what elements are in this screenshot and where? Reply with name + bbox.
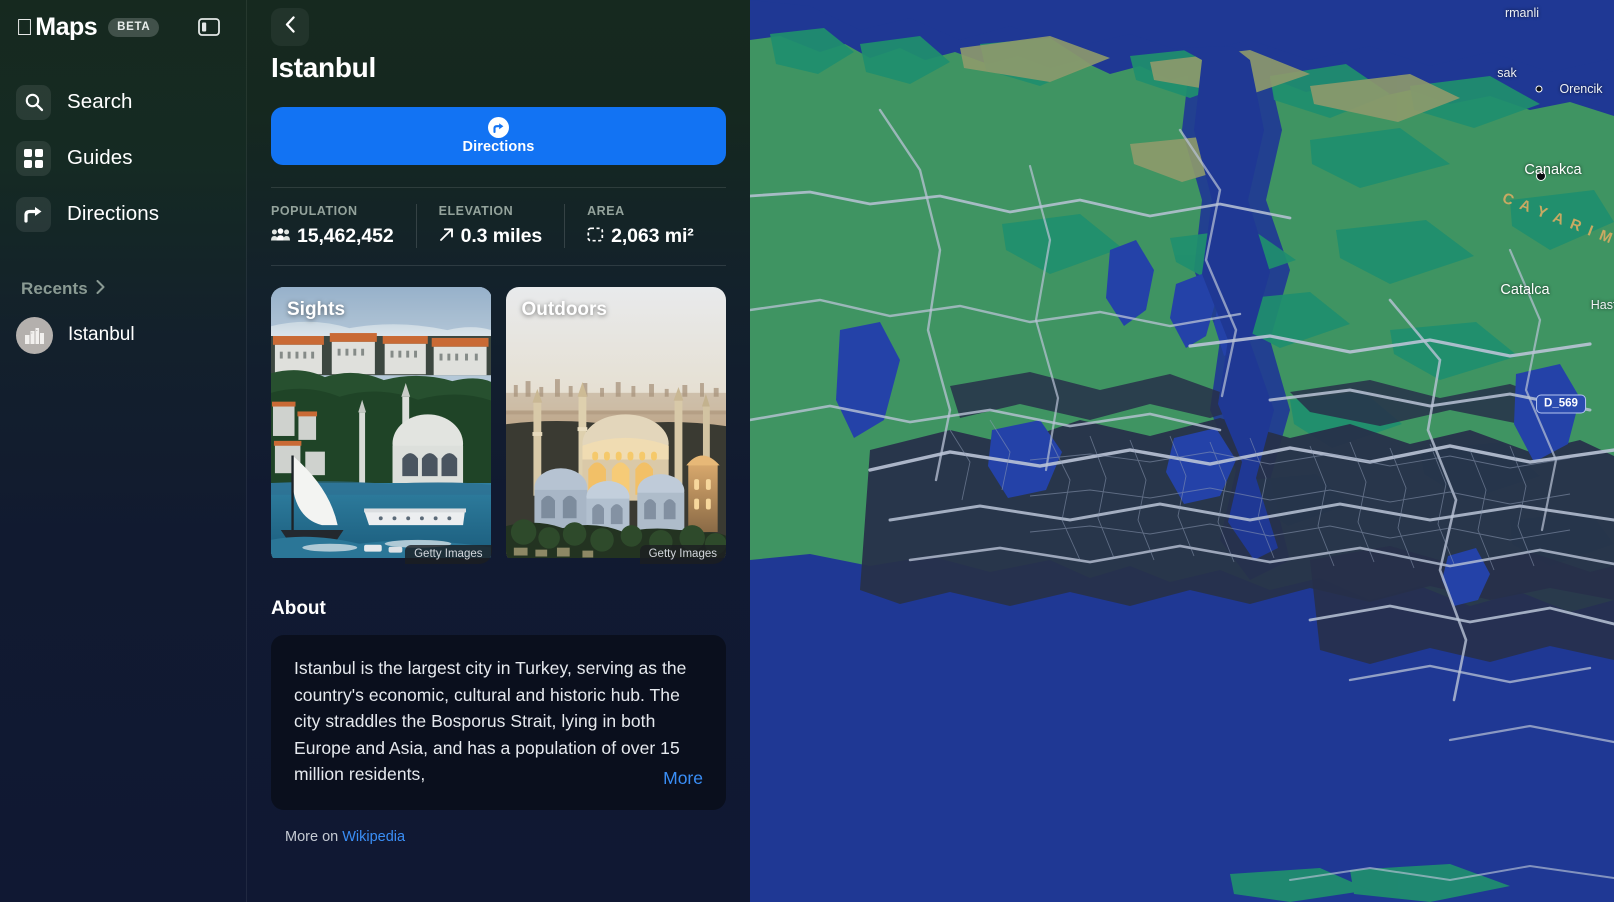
sidebar:  Maps BETA Search [0,0,246,902]
about-box: Istanbul is the largest city in Turkey, … [271,635,726,810]
photo-credit: Getty Images [405,545,492,564]
wikipedia-line: More on Wikipedia [285,829,750,845]
chevron-right-icon [96,279,105,299]
recents-title: Recents [21,279,88,298]
directions-button[interactable]: Directions [271,107,726,165]
photo-card-outdoors[interactable]: Outdoors Getty Images [505,287,726,564]
wikipedia-link[interactable]: Wikipedia [342,829,405,845]
stat-value: 0.3 miles [460,225,543,247]
city-skyline-icon [16,316,53,354]
maps-app:  Maps BETA Search [0,0,1614,902]
place-detail-panel: Istanbul Directions POPULATION 15,462,45… [246,0,750,902]
sidebar-toggle-icon[interactable] [196,14,222,40]
back-button[interactable] [271,8,309,46]
sidebar-item-label: Search [67,90,133,113]
stat-value: 15,462,452 [297,225,394,247]
photo-card-title: Outdoors [521,299,608,320]
photo-credit: Getty Images [639,545,726,564]
map-canvas[interactable]: Sea Sea ofMarmara C A Y A R I M A D A S … [750,0,1614,902]
stat-label: AREA [587,204,625,218]
wikipedia-prefix: More on [285,828,343,845]
directions-arrow-icon [16,196,51,232]
photo-card-sights[interactable]: Sights Getty Images [271,287,492,564]
search-icon [16,84,51,120]
chevron-left-icon [285,16,296,38]
outdoors-photo [505,287,726,559]
sights-photo [271,287,492,559]
photo-card-title: Sights [287,299,346,320]
recent-item-istanbul[interactable]: Istanbul [0,309,246,361]
map-geometry [750,0,1614,902]
page-title: Istanbul [271,52,376,83]
apple-logo-icon:  [16,15,33,39]
app-title: Maps [18,12,97,41]
about-heading: About [271,598,326,619]
recents-header[interactable]: Recents [0,274,246,304]
photo-cards: Sights Getty Images Outdoors Getty Image… [271,287,726,564]
stat-label: ELEVATION [438,204,514,218]
sidebar-item-directions[interactable]: Directions [0,186,246,242]
recent-item-label: Istanbul [68,324,135,345]
stat-elevation: ELEVATION 0.3 miles [415,204,565,248]
people-group-icon [271,227,290,246]
stat-area: AREA 2,063 mi² [564,204,716,248]
sidebar-nav: Search Guides Directions [0,74,246,242]
sidebar-item-label: Directions [67,202,160,225]
stat-population: POPULATION 15,462,452 [271,204,416,248]
directions-button-label: Directions [462,139,535,155]
about-more-link[interactable]: More [635,767,703,789]
sidebar-item-label: Guides [67,146,133,169]
sidebar-item-search[interactable]: Search [0,74,246,130]
stat-value: 2,063 mi² [611,225,694,247]
sidebar-item-guides[interactable]: Guides [0,130,246,186]
beta-badge: BETA [108,17,160,37]
stat-label: POPULATION [271,204,358,218]
app-brand:  Maps BETA [0,4,246,50]
arrow-up-right-icon [439,227,454,247]
directions-arrow-icon [488,117,509,138]
dashed-square-icon [587,226,604,247]
grid-icon [16,140,51,176]
place-stats: POPULATION 15,462,452 ELEVATION 0.3 mile… [271,187,726,266]
